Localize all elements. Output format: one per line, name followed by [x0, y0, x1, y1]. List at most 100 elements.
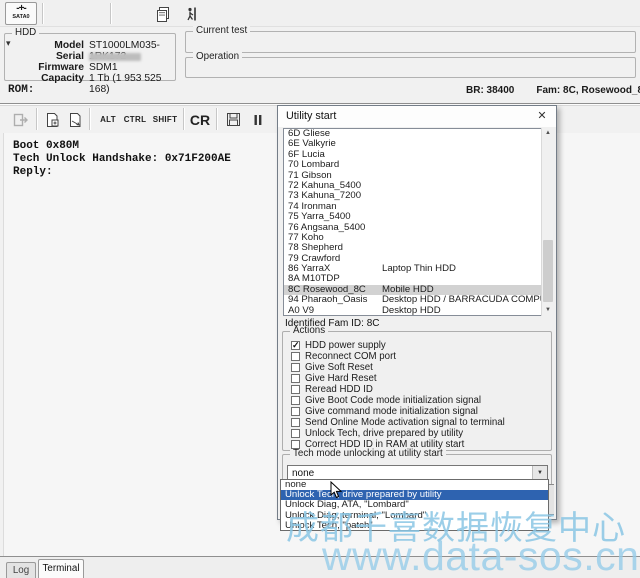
- dialog-titlebar[interactable]: Utility start ✕: [278, 106, 556, 127]
- family-list-item[interactable]: 8A M10TDP: [284, 274, 552, 284]
- operation-panel: Operation: [185, 57, 636, 78]
- family-list-item[interactable]: 6E Valkyrie: [284, 139, 552, 149]
- exit-session-button[interactable]: [182, 3, 204, 24]
- hdd-expand-toggle[interactable]: ▾: [6, 38, 11, 49]
- sata0-label: SATA0: [6, 14, 36, 20]
- family-list-item[interactable]: 74 Ironman: [284, 202, 552, 212]
- family-list-item[interactable]: 78 Shepherd: [284, 243, 552, 253]
- family-desc: [382, 181, 552, 191]
- copy-sheets-button[interactable]: [152, 3, 174, 24]
- utility-start-dialog: Utility start ✕ 6D Gliese6E Valkyrie6F L…: [277, 105, 557, 520]
- family-desc: [382, 254, 552, 264]
- family-list-item[interactable]: 8C Rosewood_8CMobile HDD: [284, 285, 552, 295]
- copy-sheets-icon: [155, 6, 171, 22]
- hdd-firmware-row: Firmware SDM1: [7, 62, 173, 73]
- save-log-icon: [226, 112, 241, 127]
- toolbar-separator: [36, 108, 38, 130]
- checkbox-unchecked-icon[interactable]: [291, 396, 300, 405]
- checkbox-unchecked-icon[interactable]: [291, 429, 300, 438]
- action-checkbox-row[interactable]: Give Boot Code mode initialization signa…: [291, 395, 548, 406]
- new-script-button[interactable]: [41, 108, 63, 131]
- sata0-port-button[interactable]: -+- SATA0: [5, 2, 37, 25]
- operation-title: Operation: [193, 52, 242, 62]
- action-checkbox-row[interactable]: Reread HDD ID: [291, 384, 548, 395]
- family-desc: [382, 274, 552, 284]
- checkbox-checked-icon[interactable]: [291, 341, 300, 350]
- family-id: 94 Pharaoh_Oasis: [284, 295, 382, 305]
- scroll-up-icon[interactable]: ▲: [542, 128, 554, 139]
- checkbox-unchecked-icon[interactable]: [291, 352, 300, 361]
- action-checkbox-row[interactable]: Give Soft Reset: [291, 362, 548, 373]
- checkbox-label: Reconnect COM port: [305, 351, 396, 362]
- checkbox-unchecked-icon[interactable]: [291, 363, 300, 372]
- hdd-serial-value: [89, 51, 173, 62]
- hdd-capacity-label: Capacity: [7, 73, 89, 84]
- cr-button[interactable]: CR: [186, 108, 214, 131]
- exit-terminal-button[interactable]: [8, 108, 32, 131]
- family-list-item[interactable]: 70 Lombard: [284, 160, 552, 170]
- family-list-item[interactable]: 94 Pharaoh_OasisDesktop HDD / BARRACUDA …: [284, 295, 552, 305]
- tab-terminal[interactable]: Terminal: [38, 559, 84, 578]
- checkbox-unchecked-icon[interactable]: [291, 418, 300, 427]
- family-list-item[interactable]: 71 Gibson: [284, 171, 552, 181]
- pause-icon: [253, 114, 263, 126]
- shift-key-button[interactable]: SHIFT: [150, 108, 180, 131]
- action-checkbox-row[interactable]: Unlock Tech, drive prepared by utility: [291, 428, 548, 439]
- family-list-item[interactable]: A0 V9Desktop HDD: [284, 306, 552, 316]
- dropdown-option[interactable]: Unlock Tech, "patch": [281, 521, 548, 531]
- current-test-panel: Current test: [185, 31, 636, 53]
- family-desc: Desktop HDD / BARRACUDA COMPUTE: [382, 295, 552, 305]
- tech-mode-title: Tech mode unlocking at utility start: [290, 449, 446, 459]
- toolbar-separator: [89, 108, 91, 130]
- family-id: 72 Kahuna_5400: [284, 181, 382, 191]
- family-list-item[interactable]: 6D Gliese: [284, 129, 552, 139]
- alt-key-button[interactable]: ALT: [96, 108, 120, 131]
- family-id: 73 Kahuna_7200: [284, 191, 382, 201]
- close-icon[interactable]: ✕: [535, 109, 549, 123]
- save-log-button[interactable]: [222, 108, 244, 131]
- family-desc: [382, 191, 552, 201]
- hdd-capacity-value: 1 Tb (1 953 525 168): [89, 73, 173, 84]
- scroll-down-icon[interactable]: ▼: [542, 305, 554, 316]
- pause-button[interactable]: [248, 108, 268, 131]
- family-id: 70 Lombard: [284, 160, 382, 170]
- checkbox-unchecked-icon[interactable]: [291, 374, 300, 383]
- family-id: 6D Gliese: [284, 129, 382, 139]
- action-checkbox-row[interactable]: Give Hard Reset: [291, 373, 548, 384]
- family-list-item[interactable]: 76 Angsana_5400: [284, 223, 552, 233]
- checkbox-unchecked-icon[interactable]: [291, 385, 300, 394]
- baud-rate-value: BR: 38400: [466, 85, 514, 96]
- send-file-button[interactable]: [64, 108, 86, 131]
- action-checkbox-row[interactable]: Give command mode initialization signal: [291, 406, 548, 417]
- tab-log[interactable]: Log: [6, 562, 36, 578]
- scrollbar-thumb[interactable]: [543, 240, 553, 302]
- family-list-item[interactable]: 77 Koho: [284, 233, 552, 243]
- checkbox-label: Give command mode initialization signal: [305, 406, 478, 417]
- checkbox-unchecked-icon[interactable]: [291, 407, 300, 416]
- actions-groupbox: Actions HDD power supplyReconnect COM po…: [282, 331, 552, 451]
- action-checkbox-row[interactable]: Send Online Mode activation signal to te…: [291, 417, 548, 428]
- action-checkbox-row[interactable]: Reconnect COM port: [291, 351, 548, 362]
- family-list-item[interactable]: 86 YarraXLaptop Thin HDD: [284, 264, 552, 274]
- main-toolbar: -+- SATA0: [0, 0, 640, 27]
- action-checkbox-row[interactable]: HDD power supply: [291, 340, 548, 351]
- family-list-item[interactable]: 6F Lucia: [284, 150, 552, 160]
- ctrl-key-button[interactable]: CTRL: [121, 108, 149, 131]
- family-desc: Desktop HDD: [382, 306, 552, 316]
- family-id: 75 Yarra_5400: [284, 212, 382, 222]
- toolbar-separator: [216, 108, 218, 130]
- family-id: 86 YarraX: [284, 264, 382, 274]
- family-list-item[interactable]: 75 Yarra_5400: [284, 212, 552, 222]
- dialog-title: Utility start: [286, 110, 336, 122]
- checkbox-label: Give Soft Reset: [305, 362, 373, 373]
- family-list-item[interactable]: 72 Kahuna_5400: [284, 181, 552, 191]
- family-list-scrollbar[interactable]: ▲ ▼: [541, 128, 553, 316]
- family-desc: [382, 160, 552, 170]
- hdd-info-panel: HDD Model ST1000LM035-1RK172 Serial Firm…: [4, 33, 176, 81]
- hdd-panel-title: HDD: [12, 28, 39, 38]
- family-list-item[interactable]: 79 Crawford: [284, 254, 552, 264]
- family-list-item[interactable]: 73 Kahuna_7200: [284, 191, 552, 201]
- family-list[interactable]: 6D Gliese6E Valkyrie6F Lucia70 Lombard71…: [283, 128, 553, 316]
- chevron-down-icon[interactable]: ▼: [532, 466, 547, 480]
- family-id: 71 Gibson: [284, 171, 382, 181]
